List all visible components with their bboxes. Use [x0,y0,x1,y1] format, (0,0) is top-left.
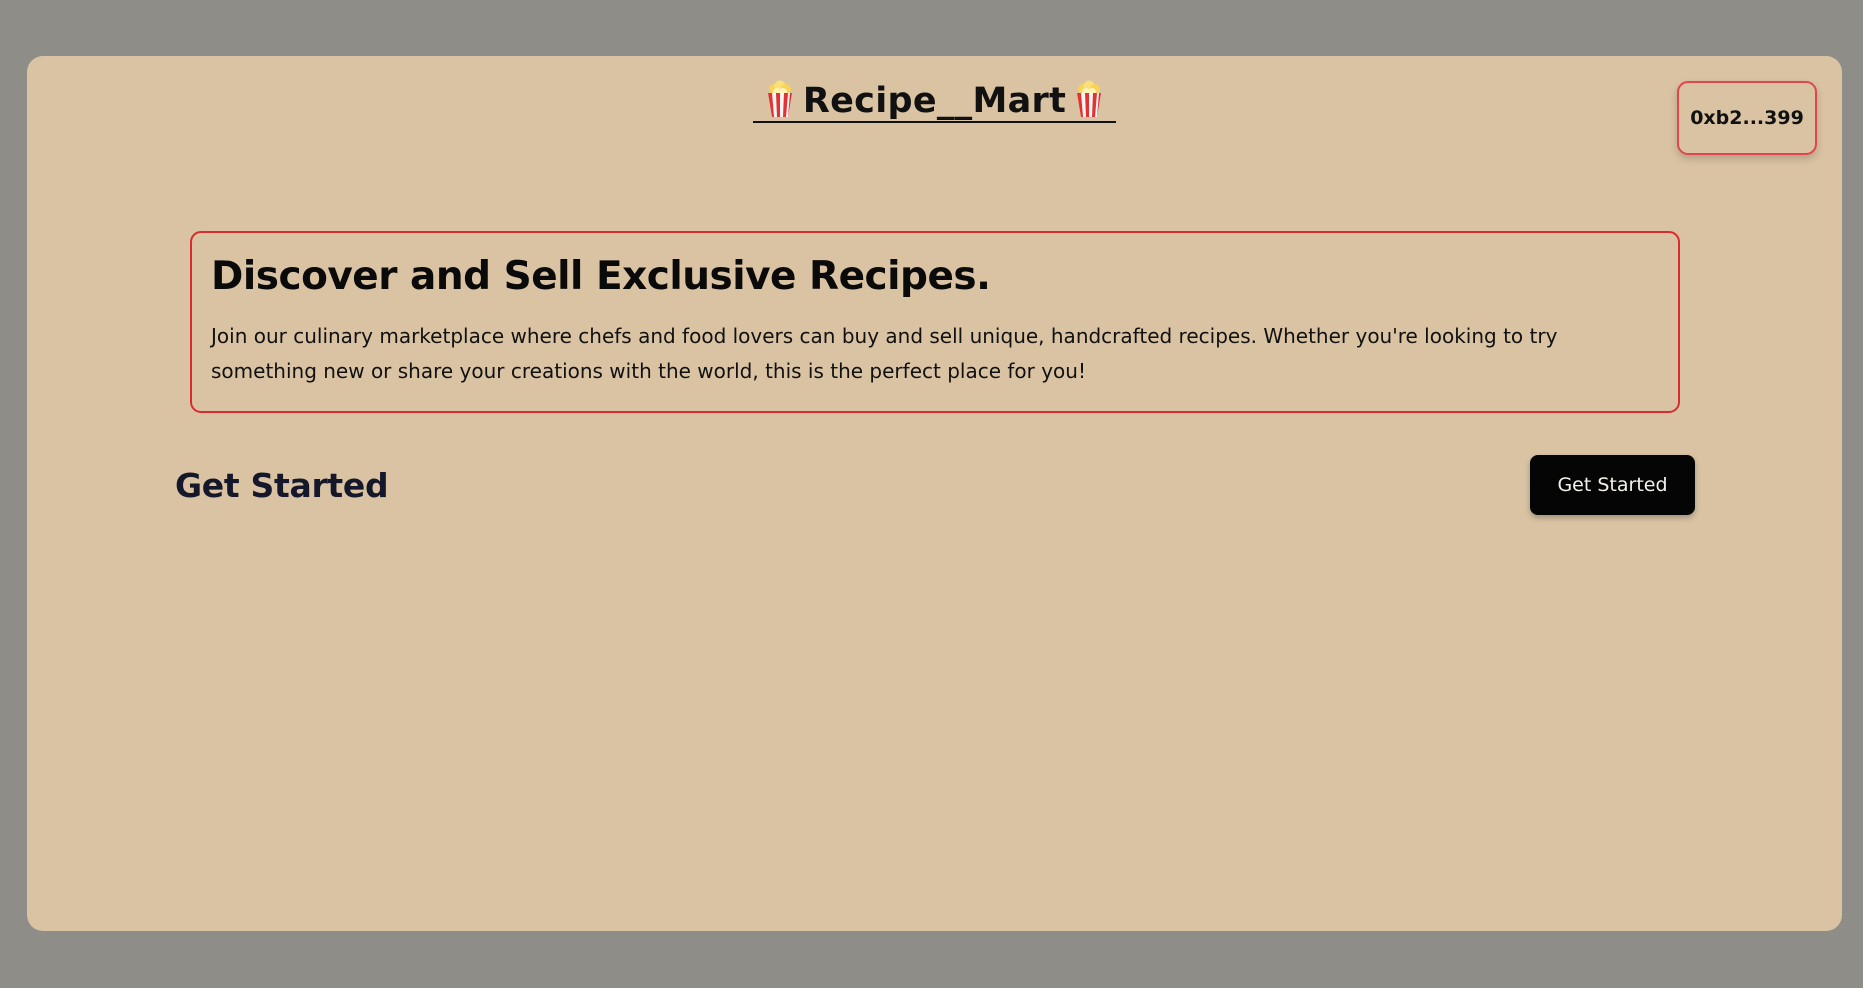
site-header: Recipe__Mart [27,78,1842,124]
hero-description: Join our culinary marketplace where chef… [211,324,1558,383]
site-title-text: Recipe__Mart [802,81,1067,121]
site-title-link[interactable]: Recipe__Mart [752,80,1117,123]
wallet-address-label: 0xb2...399 [1690,107,1804,129]
app-card: Recipe__Mart 0xb2...399 Discover and Sel… [27,56,1842,931]
get-started-heading: Get Started [175,466,389,505]
hero-heading: Discover and Sell Exclusive Recipes. [211,254,991,299]
wallet-address-button[interactable]: 0xb2...399 [1677,81,1817,155]
popcorn-icon [1077,80,1102,117]
hero-section: Discover and Sell Exclusive Recipes. Joi… [190,231,1680,413]
popcorn-icon [767,80,792,117]
get-started-button[interactable]: Get Started [1530,455,1695,515]
